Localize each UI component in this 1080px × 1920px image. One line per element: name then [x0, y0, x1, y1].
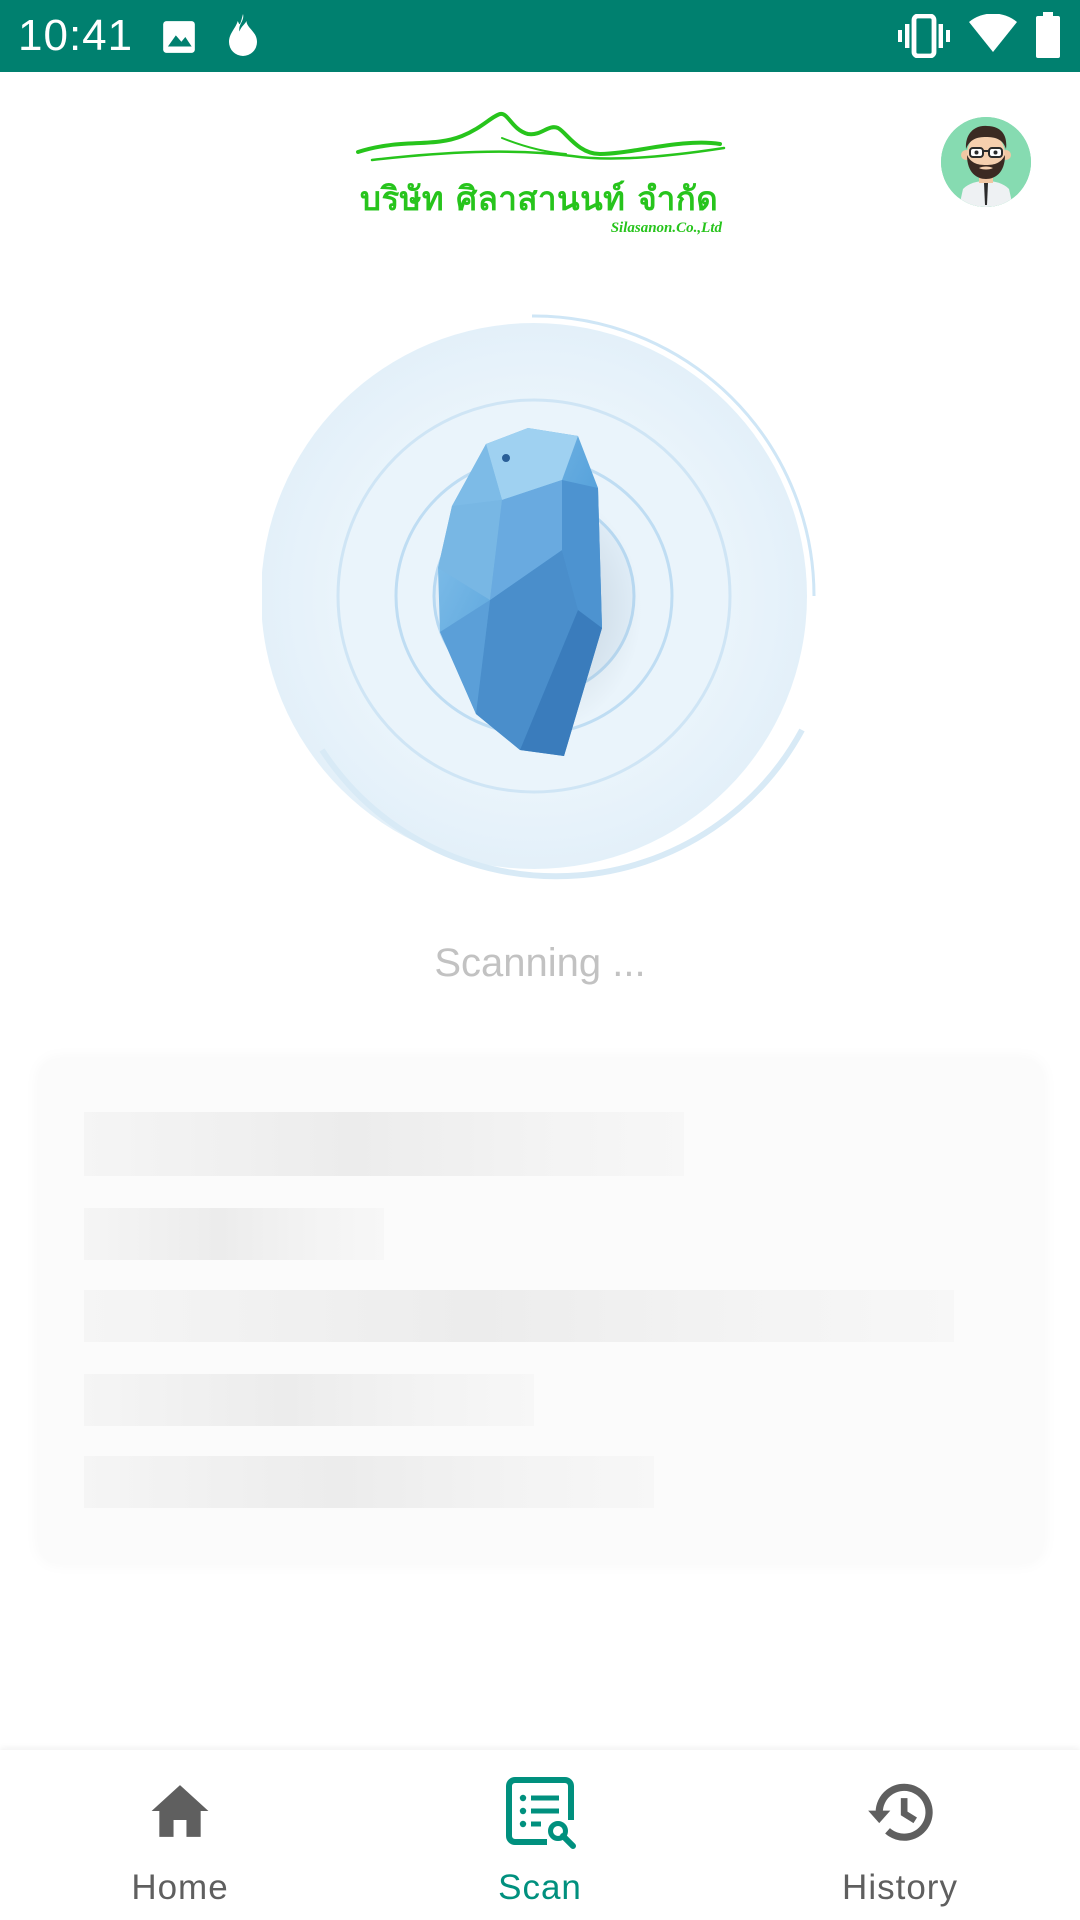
skeleton-line: [84, 1456, 654, 1508]
status-bar: 10:41: [0, 0, 1080, 72]
loading-placeholder-card: [38, 1058, 1044, 1564]
scanner-radar: [261, 310, 818, 882]
bottom-navigation: Home Scan History: [0, 1750, 1080, 1920]
user-avatar[interactable]: [941, 117, 1031, 207]
nav-home[interactable]: Home: [30, 1750, 330, 1920]
skeleton-line: [84, 1290, 954, 1342]
logo-thai-text: บริษัท ศิลาสานนท์ จำกัด: [360, 179, 719, 218]
skeleton-line: [84, 1112, 684, 1176]
nav-home-label: Home: [131, 1868, 229, 1907]
status-time: 10:41: [18, 11, 134, 60]
nav-scan[interactable]: Scan: [390, 1750, 690, 1920]
skeleton-line: [84, 1374, 534, 1426]
wifi-icon: [969, 14, 1017, 52]
history-icon: [868, 1783, 933, 1841]
nav-history-label: History: [842, 1868, 958, 1907]
company-logo: บริษัท ศิลาสานนท์ จำกัด Silasanon.Co.,Lt…: [352, 108, 732, 242]
mountain-logo-icon: [356, 111, 726, 162]
logo-english-text: Silasanon.Co.,Ltd: [610, 220, 722, 236]
home-icon: [151, 1785, 209, 1837]
flame-icon: [229, 14, 257, 56]
vibrate-icon: [898, 14, 950, 58]
bearded-man-avatar-icon: [941, 117, 1031, 207]
nav-history[interactable]: History: [750, 1750, 1050, 1920]
scanning-status-text: Scanning ...: [434, 941, 646, 985]
skeleton-line: [84, 1208, 384, 1260]
scan-list-icon: [506, 1777, 577, 1850]
battery-icon: [1036, 12, 1060, 58]
nav-scan-label: Scan: [498, 1868, 582, 1907]
image-icon: [163, 21, 195, 53]
